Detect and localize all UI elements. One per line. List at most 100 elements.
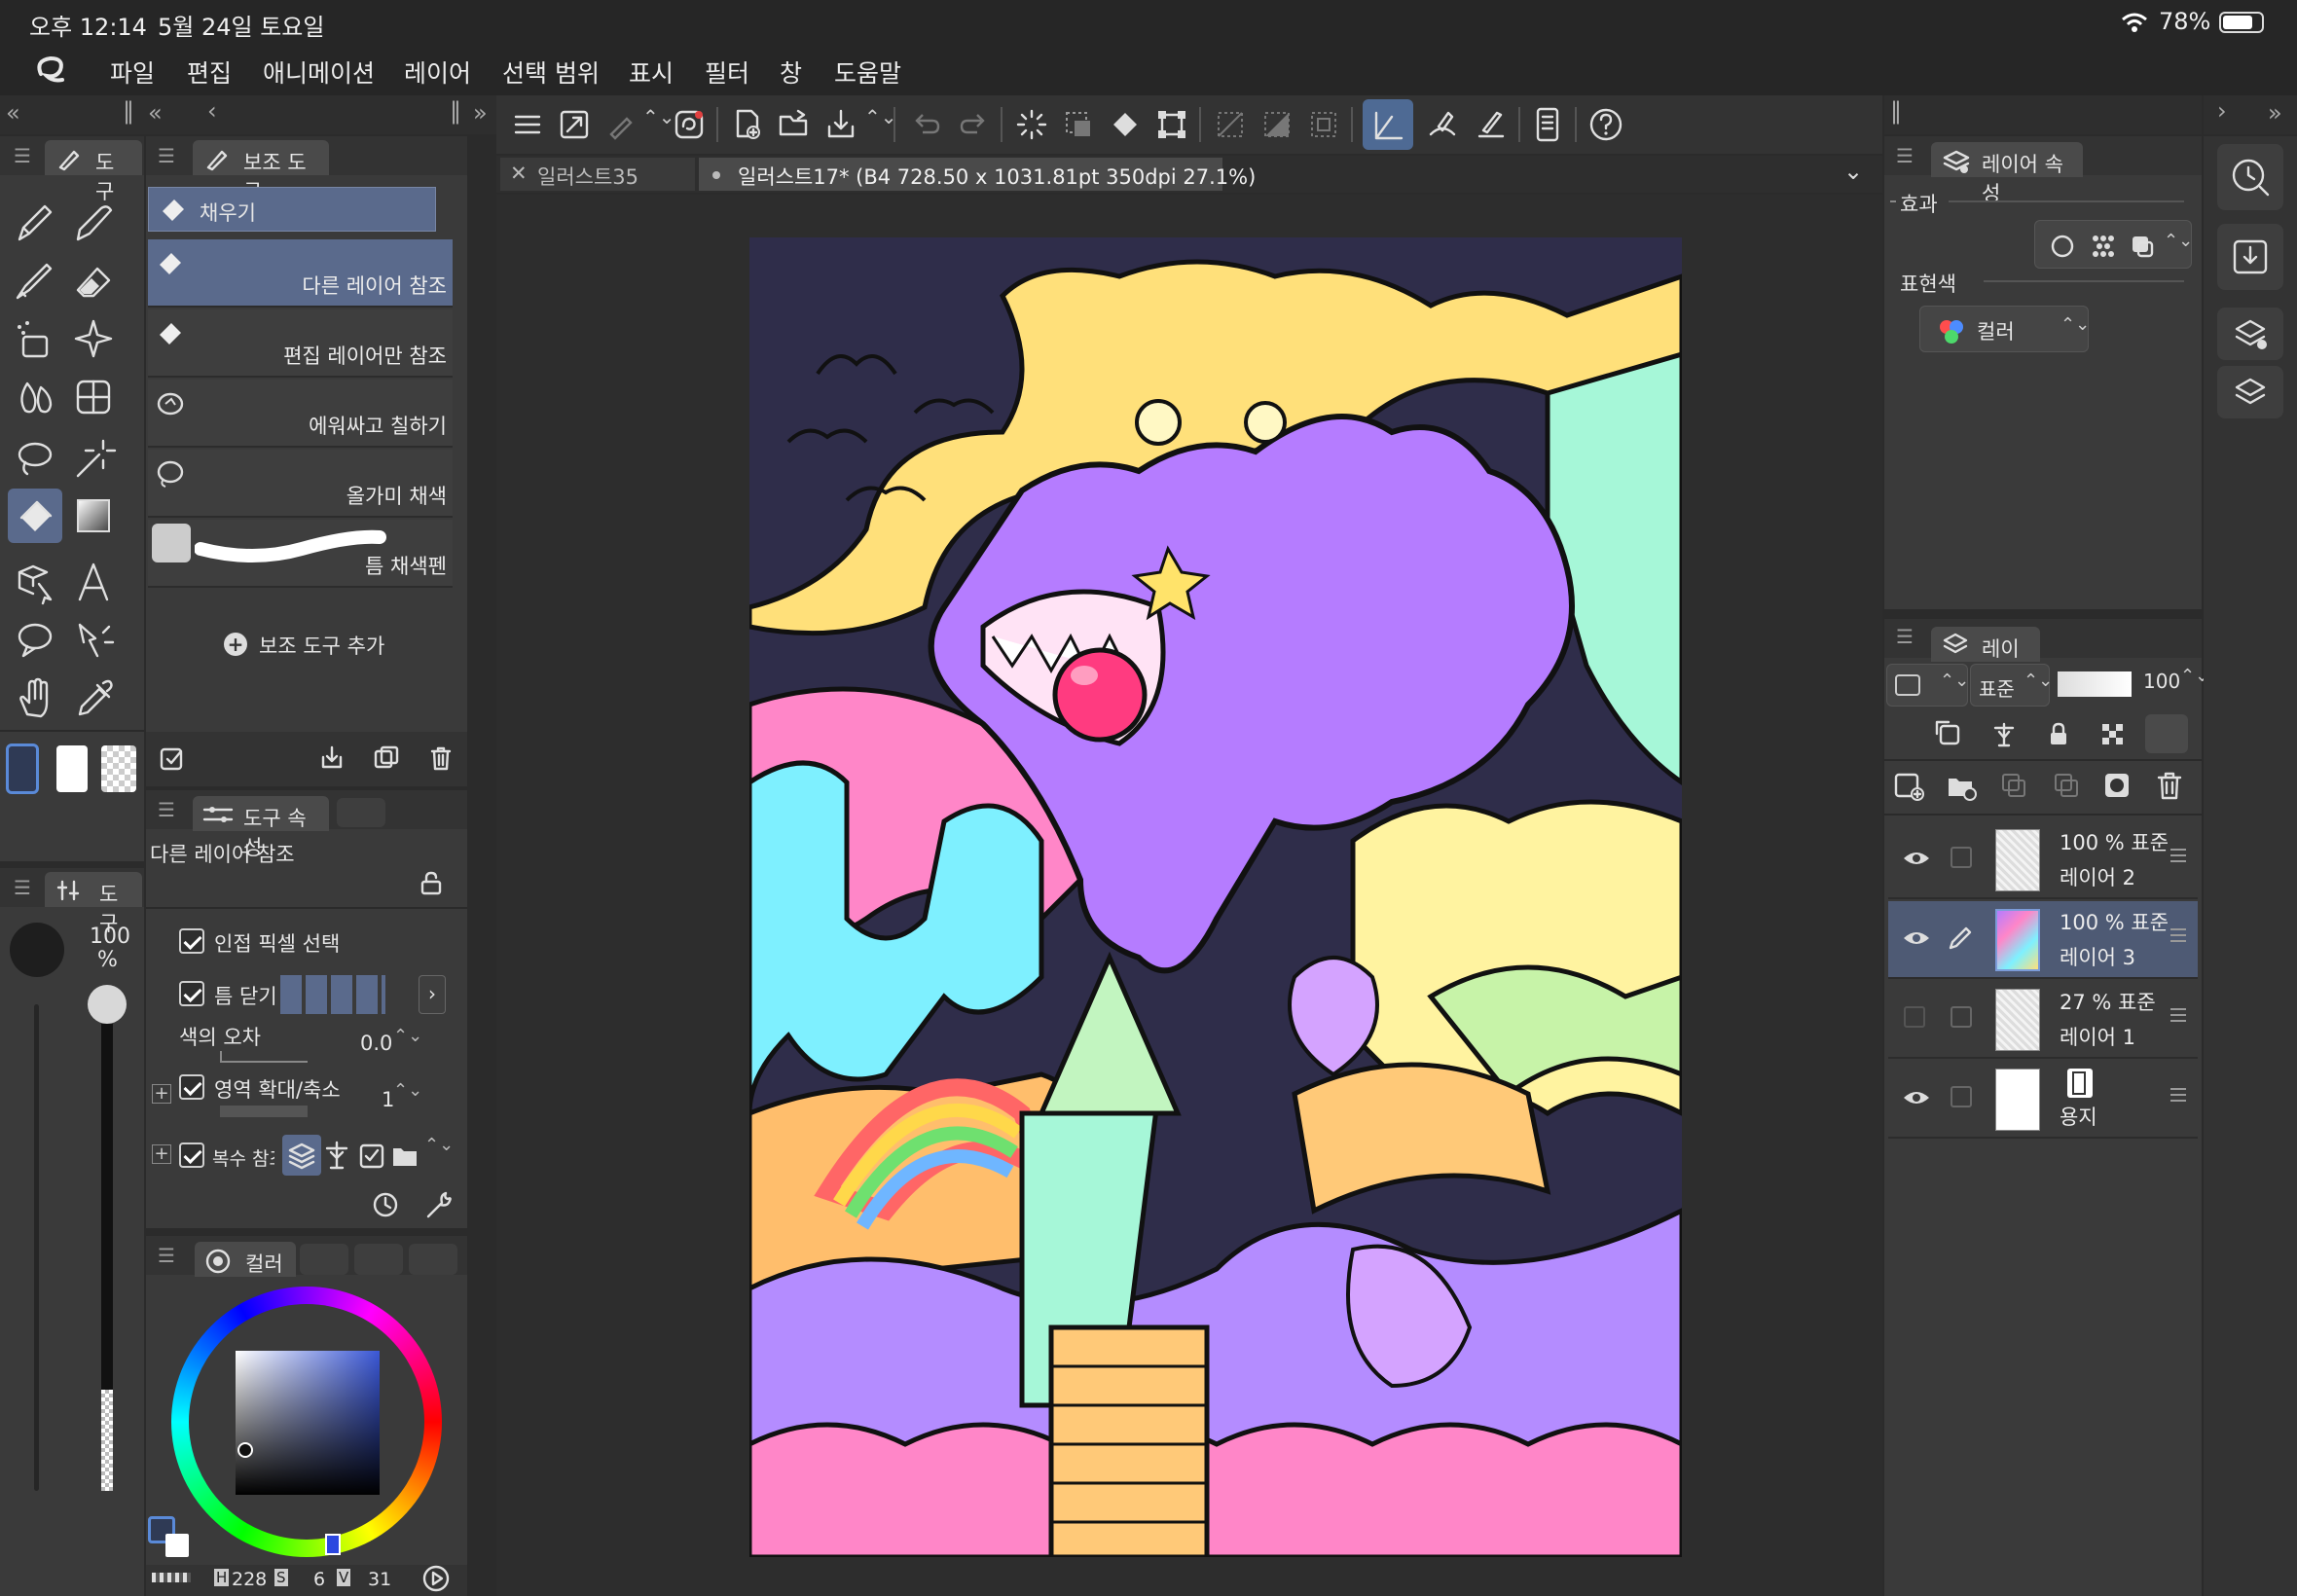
menu-view[interactable]: 표시 <box>629 54 674 90</box>
close-gap-checkbox[interactable] <box>179 981 204 1006</box>
ref-folder-icon[interactable] <box>389 1139 420 1172</box>
new-raster-layer-icon[interactable] <box>1892 769 1925 802</box>
panel-menu-icon[interactable]: ☰ <box>158 144 175 167</box>
clip-layer-icon[interactable] <box>1935 720 1964 749</box>
drag-handle-icon[interactable] <box>2170 928 2186 942</box>
layer-row[interactable]: 용지 <box>1888 1061 2198 1139</box>
saturation-value-square[interactable] <box>236 1351 380 1495</box>
help-icon[interactable] <box>1586 105 1625 144</box>
lasso-select-tool-icon[interactable] <box>8 431 62 486</box>
panel-menu-icon[interactable]: ☰ <box>158 798 175 821</box>
snap-to-ruler-icon[interactable] <box>1363 99 1413 150</box>
layer-color-select[interactable]: ⌃⌄ <box>1886 664 1969 707</box>
tab-color-slider[interactable] <box>300 1244 348 1275</box>
tab-document[interactable]: ✕ 일러스트35 <box>500 158 695 191</box>
collapse-left-icon[interactable]: « <box>6 99 20 127</box>
tab-color-history[interactable] <box>409 1244 457 1275</box>
expand-plus-icon[interactable]: + <box>152 1084 171 1104</box>
opacity-slider-track[interactable] <box>101 1024 113 1390</box>
layer-checkbox[interactable] <box>1951 847 1972 868</box>
undo-icon[interactable] <box>909 107 944 142</box>
area-scaling-slider[interactable] <box>220 1106 308 1117</box>
adjacent-pixel-checkbox[interactable] <box>179 928 204 954</box>
sub-tool-settings-icon[interactable] <box>158 744 187 773</box>
sub-tool-item[interactable]: 틈 채색펜 <box>148 520 453 588</box>
layer-opacity-slider[interactable] <box>2058 671 2132 697</box>
gradient-tool-icon[interactable] <box>66 489 121 543</box>
panel-menu-icon[interactable]: ☰ <box>14 144 31 167</box>
sv-cursor[interactable] <box>237 1442 253 1458</box>
loading-icon[interactable] <box>1014 107 1049 142</box>
panel-menu-icon[interactable]: ☰ <box>158 1244 175 1267</box>
stepper-icon[interactable]: ⌃⌄ <box>642 105 675 128</box>
fill-tool-icon[interactable] <box>8 489 62 543</box>
delete-layer-icon[interactable] <box>2153 769 2186 802</box>
combine-lower-icon[interactable] <box>2050 769 2083 802</box>
layer-row-active[interactable]: 100 % 표준 레이어 3 <box>1888 901 2198 979</box>
tab-sub-tool-detail[interactable] <box>337 798 385 827</box>
area-scaling-checkbox[interactable] <box>179 1074 204 1100</box>
ref-ref-layer-icon[interactable] <box>321 1139 352 1172</box>
lock-layer-icon[interactable] <box>2044 720 2073 749</box>
brush-size-slider[interactable] <box>34 1004 39 1491</box>
text-tool-icon[interactable] <box>66 555 121 609</box>
airbrush-tool-icon[interactable] <box>8 311 62 366</box>
tab-color-set[interactable] <box>354 1244 403 1275</box>
transparent-color-swatch[interactable] <box>101 745 136 792</box>
sub-color-swatch[interactable] <box>56 745 88 792</box>
chevron-right-icon[interactable]: › <box>2217 97 2227 125</box>
chevron-left-icon[interactable]: ‹ <box>207 97 217 125</box>
pencil-tool-icon[interactable] <box>66 195 121 249</box>
tab-document-active[interactable]: 일러스트17* (B4 728.50 x 1031.81pt 350dpi 27… <box>699 158 1256 191</box>
menu-animation[interactable]: 애니메이션 <box>263 54 375 90</box>
import-icon[interactable] <box>317 744 346 773</box>
brush-tool-icon[interactable] <box>8 253 62 308</box>
grip-icon[interactable]: ‖ <box>123 97 134 125</box>
show-selection-icon[interactable] <box>1306 107 1341 142</box>
reset-icon[interactable] <box>370 1189 401 1220</box>
app-logo-icon[interactable] <box>31 53 74 88</box>
duplicate-icon[interactable] <box>372 744 401 773</box>
layers-dock-icon[interactable] <box>2217 366 2283 418</box>
quick-access-icon[interactable] <box>672 107 707 142</box>
redo-icon[interactable] <box>956 107 991 142</box>
layer-checkbox[interactable] <box>1951 1006 1972 1028</box>
opacity-slider-thumb[interactable] <box>88 985 127 1024</box>
layer-checkbox[interactable] <box>1951 1086 1972 1107</box>
snap-to-special-ruler-icon[interactable] <box>1425 107 1460 142</box>
eraser-tool-icon[interactable] <box>66 253 121 308</box>
layer-row[interactable]: 27 % 표준 레이어 1 <box>1888 981 2198 1059</box>
expression-color-select[interactable]: 컬러 ⌃⌄ <box>1919 306 2090 352</box>
drag-handle-icon[interactable] <box>2170 849 2186 862</box>
material-icon[interactable] <box>2217 224 2283 290</box>
menu-window[interactable]: 창 <box>780 54 802 90</box>
expand-plus-icon[interactable]: + <box>152 1144 171 1164</box>
menu-edit[interactable]: 편집 <box>187 54 232 90</box>
fill-selection-icon[interactable] <box>1108 107 1143 142</box>
panel-menu-icon[interactable]: ☰ <box>1896 625 1914 648</box>
play-circle-icon[interactable] <box>420 1563 452 1594</box>
sub-tool-item[interactable]: 에워싸고 칠하기 <box>148 380 453 448</box>
object-tool-icon[interactable] <box>8 555 62 609</box>
main-color-swatch[interactable] <box>6 744 39 794</box>
menu-help[interactable]: 도움말 <box>834 54 901 90</box>
layer-color-effect-icon[interactable] <box>2129 233 2156 260</box>
eyedropper-tool-icon[interactable] <box>66 671 121 726</box>
visibility-eye-icon[interactable] <box>1902 849 1931 868</box>
illustration-canvas[interactable] <box>749 237 1682 1557</box>
layer-mask-icon[interactable] <box>2100 769 2133 802</box>
ref-all-layers-icon[interactable] <box>282 1135 321 1176</box>
stepper-icon[interactable]: ⌃⌄ <box>393 1080 422 1101</box>
stepper-icon[interactable]: ⌃⌄ <box>424 1135 454 1155</box>
lock-icon[interactable] <box>419 870 444 895</box>
deselect-icon[interactable] <box>1213 107 1248 142</box>
color-tolerance-slider[interactable] <box>220 1051 308 1063</box>
clear-selection-icon[interactable] <box>1061 107 1096 142</box>
stepper-icon[interactable]: ⌃⌄ <box>2164 231 2193 251</box>
sub-tool-item[interactable]: 편집 레이어만 참조 <box>148 309 453 378</box>
decoration-tool-icon[interactable] <box>66 311 121 366</box>
ruler-grid-tool-icon[interactable] <box>66 370 121 424</box>
blend-tool-icon[interactable] <box>8 370 62 424</box>
transfer-lower-icon[interactable] <box>1997 769 2030 802</box>
navigator-icon[interactable] <box>2217 144 2283 210</box>
